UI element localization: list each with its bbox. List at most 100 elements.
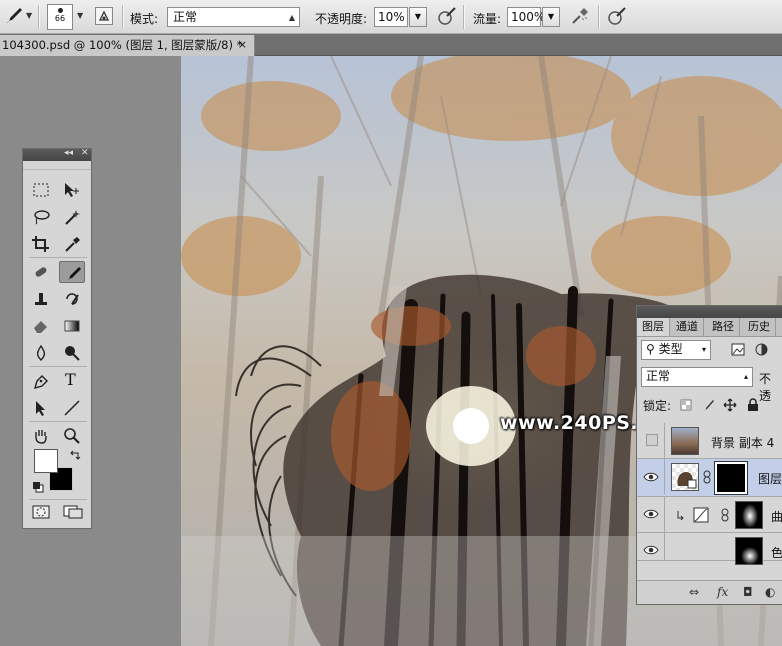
layer-row[interactable]: 色 [637, 533, 782, 565]
crop-tool-icon[interactable] [28, 233, 54, 255]
type-tool-glyph: T [65, 370, 76, 389]
dodge-tool-icon[interactable] [59, 342, 85, 364]
lock-pixels-icon[interactable] [701, 398, 715, 412]
gradient-tool-icon[interactable] [59, 315, 85, 337]
layer-row[interactable]: 曲 [637, 497, 782, 533]
brush-tip-icon [57, 8, 63, 13]
flow-input[interactable]: 100% [507, 7, 545, 27]
layer-thumbnail [671, 463, 699, 491]
opacity-input[interactable]: 10% [374, 7, 408, 27]
swap-colors-icon[interactable] [69, 449, 81, 461]
search-icon: ⚲ [646, 342, 655, 356]
visibility-toggle[interactable] [637, 533, 665, 560]
screen-mode-icon[interactable] [63, 505, 83, 519]
lasso-tool-icon[interactable] [28, 206, 54, 228]
mode-select-value: 正常 [173, 10, 198, 24]
filter-adjustment-icon[interactable] [755, 343, 768, 356]
tab-channels[interactable]: 通道 [671, 318, 704, 336]
pen-tool-icon[interactable] [28, 370, 54, 392]
document-tab-title: 104300.psd @ 100% (图层 1, 图层蒙版/8) * [2, 38, 243, 52]
link-layers-icon[interactable]: ⇔ [689, 585, 699, 599]
options-bar: ▼ 66 ▼ 模式: 正常 ▲ 不透明度: 10% ▼ 流量: 100% ▼ [0, 0, 782, 34]
pressure-opacity-icon[interactable] [437, 6, 457, 26]
hand-tool-icon[interactable] [28, 425, 54, 447]
brush-panel-icon [98, 10, 110, 21]
lock-transparency-icon[interactable] [680, 399, 692, 411]
healing-brush-tool-icon[interactable] [28, 261, 54, 283]
layer-filter-select[interactable]: ⚲ 类型 ▾ [641, 340, 711, 360]
layer-row-selected[interactable]: 图层 [637, 459, 782, 497]
tab-layers[interactable]: 图层 [637, 318, 670, 336]
brush-preset-picker[interactable]: 66 [47, 4, 73, 30]
default-colors-icon[interactable] [32, 481, 44, 493]
mode-label: 模式: [130, 12, 159, 26]
brush-preset-dropdown-arrow[interactable]: ▼ [77, 11, 83, 20]
filter-pixel-icon[interactable] [731, 343, 745, 356]
marquee-tool-icon[interactable] [28, 179, 54, 201]
tab-paths[interactable]: 路径 [707, 318, 740, 336]
link-icon[interactable] [703, 470, 711, 484]
tools-panel: ◂◂ ✕ T [22, 148, 92, 529]
tools-panel-header[interactable]: ◂◂ ✕ [23, 148, 91, 161]
move-tool-icon[interactable] [59, 179, 85, 201]
lock-label: 锁定: [643, 399, 672, 413]
eyedropper-tool-icon[interactable] [59, 233, 85, 255]
tab-history[interactable]: 历史 [743, 318, 776, 336]
layer-name: 色 [771, 546, 782, 560]
brush-panel-toggle-button[interactable] [95, 7, 113, 25]
layer-row[interactable]: 背景 副本 4 [637, 423, 782, 459]
eye-icon [643, 545, 659, 555]
tool-preset-dropdown-arrow[interactable]: ▼ [26, 11, 32, 20]
chevron-down-icon: ▾ [701, 345, 706, 354]
magic-wand-tool-icon[interactable] [59, 206, 85, 228]
flow-dropdown-button[interactable]: ▼ [542, 7, 560, 27]
document-tab[interactable]: 104300.psd @ 100% (图层 1, 图层蒙版/8) * × [0, 35, 255, 56]
visibility-toggle[interactable] [637, 459, 665, 494]
path-selection-tool-icon[interactable] [28, 397, 54, 419]
mode-select[interactable]: 正常 ▲ [167, 7, 300, 27]
layer-name: 背景 副本 4 [711, 436, 775, 450]
document-tab-bar: 104300.psd @ 100% (图层 1, 图层蒙版/8) * × [0, 34, 782, 56]
hidden-eye-box [646, 434, 658, 446]
eraser-tool-icon[interactable] [28, 315, 54, 337]
link-icon[interactable] [721, 508, 729, 522]
line-tool-icon[interactable] [59, 397, 85, 419]
blur-tool-icon[interactable] [28, 342, 54, 364]
layer-mask-thumbnail[interactable] [735, 501, 763, 529]
fx-icon[interactable]: fx [717, 585, 728, 599]
zoom-tool-icon[interactable] [59, 425, 85, 447]
close-icon[interactable]: ✕ [81, 148, 89, 158]
history-brush-tool-icon[interactable] [59, 288, 85, 310]
visibility-toggle[interactable] [637, 497, 665, 532]
layer-mask-thumbnail[interactable] [735, 537, 763, 565]
chevron-down-icon: ▴ [743, 372, 748, 381]
lock-position-icon[interactable] [723, 398, 737, 412]
blend-mode-value: 正常 [646, 369, 671, 383]
opacity-label: 不透明度: [315, 12, 368, 26]
layer-name: 图层 [758, 472, 782, 486]
clone-stamp-tool-icon[interactable] [28, 288, 54, 310]
new-adjustment-icon[interactable]: ◐ [765, 585, 775, 599]
foreground-color-swatch[interactable] [34, 449, 58, 473]
pressure-size-icon[interactable] [607, 6, 627, 26]
clipping-arrow-icon [677, 511, 684, 520]
brush-tool-icon[interactable] [2, 6, 24, 26]
brush-tool-button-icon[interactable] [59, 261, 85, 283]
type-tool-icon[interactable]: T [59, 370, 85, 392]
add-mask-icon[interactable]: ◘ [743, 585, 753, 599]
opacity-dropdown-button[interactable]: ▼ [409, 7, 427, 27]
layer-mask-thumbnail[interactable] [714, 461, 748, 495]
collapse-icon[interactable]: ◂◂ [64, 148, 73, 158]
blend-mode-select[interactable]: 正常 ▴ [641, 367, 753, 387]
layers-panel-header[interactable] [637, 306, 782, 318]
smart-object-icon [677, 472, 697, 489]
layers-panel-tabs: 图层 通道 路径 历史 [637, 318, 782, 337]
quick-mask-icon[interactable] [32, 505, 50, 519]
visibility-toggle-empty[interactable] [637, 423, 665, 458]
panel-grip[interactable] [23, 161, 91, 170]
close-tab-icon[interactable]: × [238, 35, 247, 55]
airbrush-icon[interactable] [570, 6, 590, 26]
eye-icon [643, 509, 659, 519]
layers-panel: 图层 通道 路径 历史 ⚲ 类型 ▾ 正常 ▴ 不透 锁定: 背景 副本 4 图 [636, 305, 782, 605]
lock-all-icon[interactable] [747, 398, 759, 412]
